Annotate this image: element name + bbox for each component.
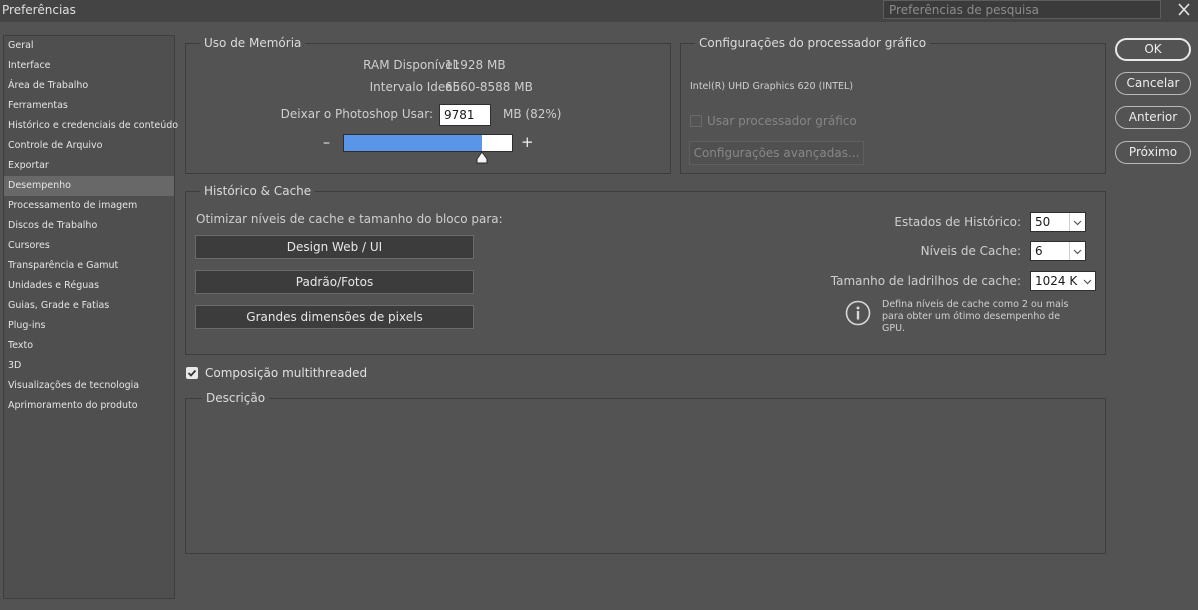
info-line: Defina níveis de cache como 2 ou mais <box>882 299 1069 310</box>
cache-levels-value: 6 <box>1035 244 1043 258</box>
cache-levels-select[interactable]: 6 <box>1030 241 1086 261</box>
info-icon <box>845 300 871 326</box>
use-gpu-checkbox[interactable] <box>690 115 702 127</box>
history-cache-title: Histórico & Cache <box>200 184 316 198</box>
sidebar-item-texto[interactable]: Texto <box>4 336 174 356</box>
title-bar: Preferências <box>0 0 1198 22</box>
ok-button[interactable]: OK <box>1115 38 1191 61</box>
sidebar-item-desempenho[interactable]: Desempenho <box>4 176 174 196</box>
memory-usage-title: Uso de Memória <box>200 36 306 50</box>
search-preferences-input[interactable] <box>883 0 1161 19</box>
cache-tile-size-select[interactable]: 1024 K <box>1030 271 1096 291</box>
description-title: Descrição <box>202 391 270 405</box>
ideal-range-value: 6560-8588 MB <box>445 80 533 94</box>
ram-available-value: 11928 MB <box>445 58 506 72</box>
gpu-settings-title: Configurações do processador gráfico <box>695 36 931 50</box>
sidebar-item-interface[interactable]: Interface <box>4 56 174 76</box>
sidebar-item-guias-grade-fatias[interactable]: Guias, Grade e Fatias <box>4 296 174 316</box>
design-web-ui-button[interactable]: Design Web / UI <box>195 235 474 259</box>
info-line: GPU. <box>882 323 906 334</box>
memory-increase-button[interactable]: + <box>521 133 534 151</box>
optimize-cache-label: Otimizar níveis de cache e tamanho do bl… <box>196 212 503 226</box>
memory-decrease-button[interactable]: – <box>323 135 330 151</box>
memory-slider-fill <box>344 135 482 151</box>
use-gpu-label: Usar processador gráfico <box>707 114 857 128</box>
chevron-down-icon <box>1080 272 1095 290</box>
sidebar-item-geral[interactable]: Geral <box>4 36 174 56</box>
memory-amount-input[interactable] <box>439 104 491 126</box>
cache-levels-label: Níveis de Cache: <box>920 244 1021 258</box>
sidebar-item-unidades-reguas[interactable]: Unidades e Réguas <box>4 276 174 296</box>
sidebar-item-aprimoramento-produto[interactable]: Aprimoramento do produto <box>4 396 174 416</box>
previous-button[interactable]: Anterior <box>1115 106 1191 129</box>
memory-amount-suffix: MB (82%) <box>503 107 562 121</box>
let-photoshop-use-label: Deixar o Photoshop Usar: <box>280 107 433 121</box>
sidebar-item-processamento-de-imagem[interactable]: Processamento de imagem <box>4 196 174 216</box>
sidebar-item-exportar[interactable]: Exportar <box>4 156 174 176</box>
cache-tile-size-label: Tamanho de ladrilhos de cache: <box>830 274 1021 288</box>
chevron-down-icon <box>1069 242 1085 260</box>
default-photos-button[interactable]: Padrão/Fotos <box>195 270 474 294</box>
sidebar-item-area-de-trabalho[interactable]: Área de Trabalho <box>4 76 174 96</box>
sidebar-item-plug-ins[interactable]: Plug-ins <box>4 316 174 336</box>
sidebar-item-controle-de-arquivo[interactable]: Controle de Arquivo <box>4 136 174 156</box>
sidebar-item-ferramentas[interactable]: Ferramentas <box>4 96 174 116</box>
cache-tile-size-value: 1024 K <box>1035 274 1078 288</box>
window-title: Preferências <box>2 3 76 17</box>
chevron-down-icon <box>1069 213 1085 231</box>
multithreaded-label: Composição multithreaded <box>205 366 368 380</box>
close-icon[interactable] <box>1170 0 1198 20</box>
cache-info-text: Defina níveis de cache como 2 ou mais pa… <box>882 299 1069 335</box>
history-states-select[interactable]: 50 <box>1030 212 1086 232</box>
multithreaded-checkbox[interactable] <box>186 367 198 379</box>
sidebar-item-transparencia-gamut[interactable]: Transparência e Gamut <box>4 256 174 276</box>
description-group: Descrição <box>185 391 1106 554</box>
sidebar-item-discos-de-trabalho[interactable]: Discos de Trabalho <box>4 216 174 236</box>
large-pixel-dimensions-button[interactable]: Grandes dimensões de pixels <box>195 305 474 329</box>
history-states-label: Estados de Histórico: <box>894 215 1021 229</box>
memory-slider-thumb[interactable] <box>476 151 488 164</box>
sidebar-item-3d[interactable]: 3D <box>4 356 174 376</box>
sidebar-item-visualizacoes-tecnologia[interactable]: Visualizações de tecnologia <box>4 376 174 396</box>
memory-slider-track[interactable] <box>343 134 513 152</box>
gpu-device-name: Intel(R) UHD Graphics 620 (INTEL) <box>690 81 854 92</box>
cancel-button[interactable]: Cancelar <box>1115 72 1191 95</box>
info-line: para obter um ótimo desempenho de <box>882 311 1061 322</box>
preferences-sidebar: Geral Interface Área de Trabalho Ferrame… <box>3 35 178 599</box>
sidebar-item-cursores[interactable]: Cursores <box>4 236 174 256</box>
advanced-settings-button[interactable]: Configurações avançadas... <box>689 141 864 165</box>
history-states-value: 50 <box>1035 215 1051 229</box>
sidebar-item-historico-credenciais[interactable]: Histórico e credenciais de conteúdo <box>4 116 178 136</box>
next-button[interactable]: Próximo <box>1115 141 1191 164</box>
